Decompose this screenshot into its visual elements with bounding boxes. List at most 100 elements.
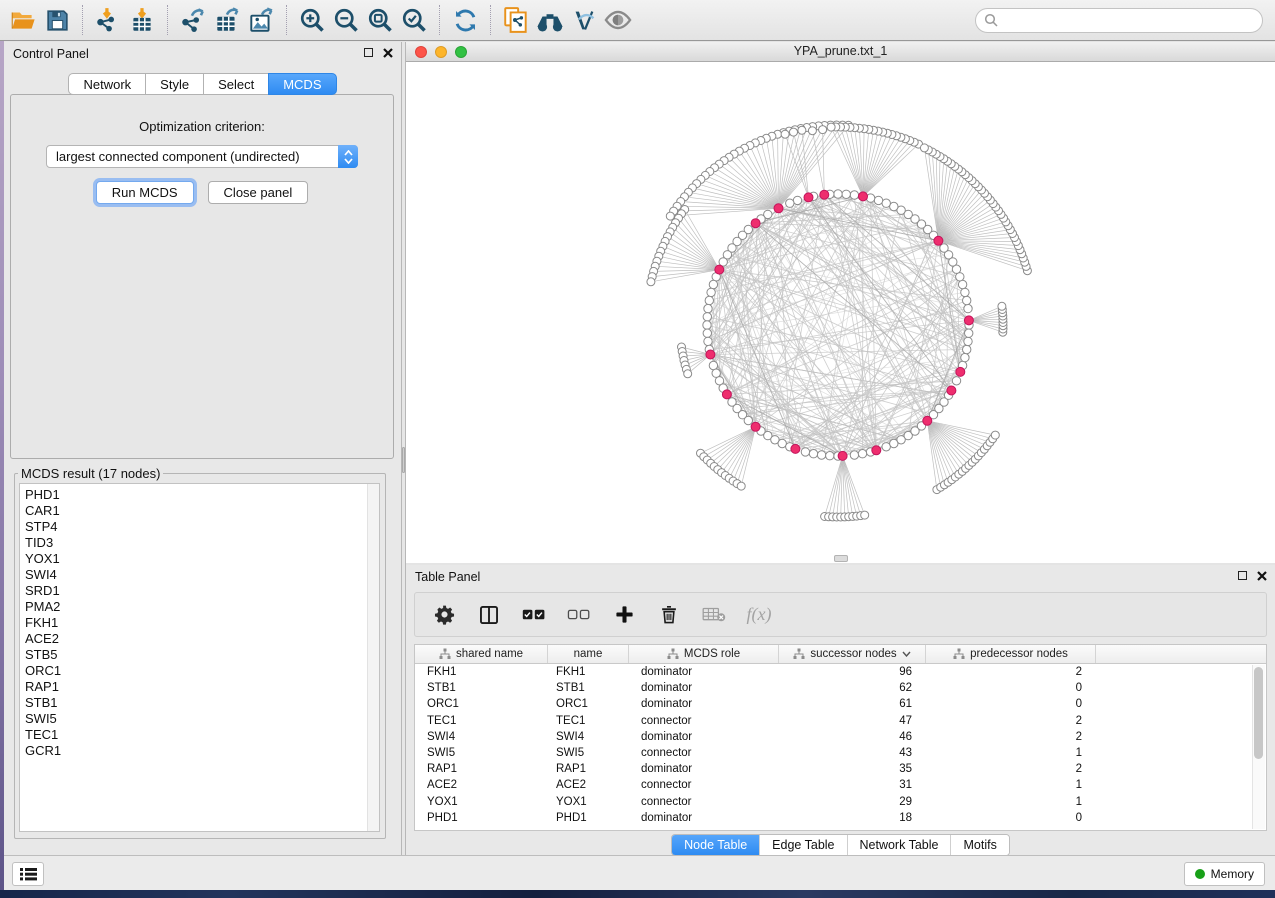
optimization-criterion-label: Optimization criterion: — [11, 119, 393, 134]
column-header-name[interactable]: name — [548, 645, 629, 663]
table-row[interactable]: TEC1 TEC1 connector 47 2 — [415, 713, 1266, 729]
settings-gear-icon[interactable] — [431, 602, 457, 628]
clone-network-icon[interactable] — [499, 3, 533, 37]
splitter-handle[interactable] — [402, 447, 405, 473]
tab-mcds[interactable]: MCDS — [268, 73, 336, 95]
zoom-in-icon[interactable] — [295, 3, 329, 37]
column-header-successor-nodes[interactable]: successor nodes — [779, 645, 926, 663]
table-row[interactable]: SWI5 SWI5 connector 43 1 — [415, 745, 1266, 761]
network-column-icon — [439, 648, 451, 660]
mcds-result-list[interactable]: PHD1 CAR1 STP4 TID3 YOX1 SWI4 SRD1 PMA2 … — [20, 484, 379, 759]
close-panel-icon[interactable] — [382, 47, 393, 58]
mcds-result-item[interactable]: RAP1 — [25, 679, 379, 695]
column-header-predecessor-nodes[interactable]: predecessor nodes — [926, 645, 1096, 663]
table-row[interactable]: PHD1 PHD1 dominator 18 0 — [415, 810, 1266, 826]
mcds-result-item[interactable]: PHD1 — [25, 487, 379, 503]
mcds-result-item[interactable]: STB5 — [25, 647, 379, 663]
network-canvas[interactable] — [406, 62, 1275, 563]
delete-icon[interactable] — [656, 602, 682, 628]
export-table-icon[interactable] — [210, 3, 244, 37]
mcds-result-item[interactable]: CAR1 — [25, 503, 379, 519]
export-network-icon[interactable] — [176, 3, 210, 37]
memory-status-icon — [1195, 869, 1205, 879]
search-network-icon[interactable] — [533, 3, 567, 37]
table-row[interactable]: YOX1 YOX1 connector 29 1 — [415, 794, 1266, 810]
optimization-criterion-select[interactable]: largest connected component (undirected) — [46, 145, 358, 168]
float-panel-icon[interactable] — [364, 48, 373, 57]
tab-select[interactable]: Select — [203, 73, 269, 95]
tab-style[interactable]: Style — [145, 73, 204, 95]
mcds-result-item[interactable]: ORC1 — [25, 663, 379, 679]
memory-button[interactable]: Memory — [1184, 862, 1265, 886]
tab-node-table[interactable]: Node Table — [672, 835, 759, 855]
global-search-field[interactable] — [975, 8, 1263, 33]
show-columns-icon[interactable] — [476, 602, 502, 628]
table-header-row: shared name name MCDS role successor nod… — [415, 645, 1266, 664]
mcds-result-item[interactable]: SWI4 — [25, 567, 379, 583]
column-label: shared name — [456, 648, 523, 660]
mcds-result-item[interactable]: GCR1 — [25, 743, 379, 759]
delete-table-icon — [701, 602, 727, 628]
column-label: predecessor nodes — [970, 648, 1068, 660]
table-row[interactable]: FKH1 FKH1 dominator 96 2 — [415, 664, 1266, 680]
table-scrollbar-thumb[interactable] — [1254, 667, 1263, 759]
mcds-result-item[interactable]: YOX1 — [25, 551, 379, 567]
network-window-title: YPA_prune.txt_1 — [406, 42, 1275, 61]
save-session-icon[interactable] — [40, 3, 74, 37]
table-row[interactable]: ACE2 ACE2 connector 31 1 — [415, 777, 1266, 793]
tab-network[interactable]: Network — [68, 73, 146, 95]
network-column-icon — [953, 648, 965, 660]
mcds-result-item[interactable]: STP4 — [25, 519, 379, 535]
run-mcds-button[interactable]: Run MCDS — [96, 181, 194, 204]
window-minimize-icon[interactable] — [435, 46, 447, 58]
log-console-icon[interactable] — [12, 862, 44, 886]
mcds-list-scrollbar[interactable] — [367, 484, 379, 831]
zoom-fit-icon[interactable] — [363, 3, 397, 37]
close-panel-icon[interactable] — [1256, 570, 1267, 581]
window-close-icon[interactable] — [415, 46, 427, 58]
add-icon[interactable] — [611, 602, 637, 628]
cell-shared-name: ORC1 — [415, 698, 548, 710]
mcds-result-item[interactable]: STB1 — [25, 695, 379, 711]
mcds-tab-content: Optimization criterion: largest connecte… — [10, 94, 394, 459]
tab-motifs[interactable]: Motifs — [950, 835, 1008, 855]
mcds-result-item[interactable]: TID3 — [25, 535, 379, 551]
mcds-result-item[interactable]: SRD1 — [25, 583, 379, 599]
column-label: MCDS role — [684, 648, 740, 660]
network-splitter-handle[interactable] — [834, 555, 848, 562]
close-panel-button[interactable]: Close panel — [208, 181, 309, 204]
cell-predecessor-nodes: 0 — [926, 682, 1096, 694]
window-maximize-icon[interactable] — [455, 46, 467, 58]
import-table-icon[interactable] — [125, 3, 159, 37]
tab-network-table[interactable]: Network Table — [847, 835, 951, 855]
mcds-result-item[interactable]: ACE2 — [25, 631, 379, 647]
zoom-selected-icon[interactable] — [397, 3, 431, 37]
column-header-shared-name[interactable]: shared name — [415, 645, 548, 663]
vizmapper-icon[interactable] — [567, 3, 601, 37]
float-panel-icon[interactable] — [1238, 571, 1247, 580]
mcds-result-item[interactable]: FKH1 — [25, 615, 379, 631]
select-all-icon[interactable] — [521, 602, 547, 628]
network-graph — [406, 62, 1275, 563]
table-row[interactable]: STB1 STB1 dominator 62 0 — [415, 680, 1266, 696]
open-file-icon[interactable] — [6, 3, 40, 37]
column-header-mcds-role[interactable]: MCDS role — [629, 645, 779, 663]
mcds-result-title: MCDS result (17 nodes) — [18, 466, 163, 481]
import-network-icon[interactable] — [91, 3, 125, 37]
table-row[interactable]: SWI4 SWI4 dominator 46 2 — [415, 729, 1266, 745]
node-table: shared name name MCDS role successor nod… — [414, 644, 1267, 831]
show-hide-icon[interactable] — [601, 3, 635, 37]
table-scrollbar[interactable] — [1252, 665, 1265, 829]
search-input[interactable] — [1004, 13, 1254, 27]
export-image-icon[interactable] — [244, 3, 278, 37]
table-row[interactable]: RAP1 RAP1 dominator 35 2 — [415, 761, 1266, 777]
table-row[interactable]: ORC1 ORC1 dominator 61 0 — [415, 696, 1266, 712]
deselect-all-icon[interactable] — [566, 602, 592, 628]
refresh-layout-icon[interactable] — [448, 3, 482, 37]
mcds-result-item[interactable]: SWI5 — [25, 711, 379, 727]
mcds-result-item[interactable]: TEC1 — [25, 727, 379, 743]
zoom-out-icon[interactable] — [329, 3, 363, 37]
mcds-result-item[interactable]: PMA2 — [25, 599, 379, 615]
tab-edge-table[interactable]: Edge Table — [759, 835, 846, 855]
cell-predecessor-nodes: 0 — [926, 698, 1096, 710]
